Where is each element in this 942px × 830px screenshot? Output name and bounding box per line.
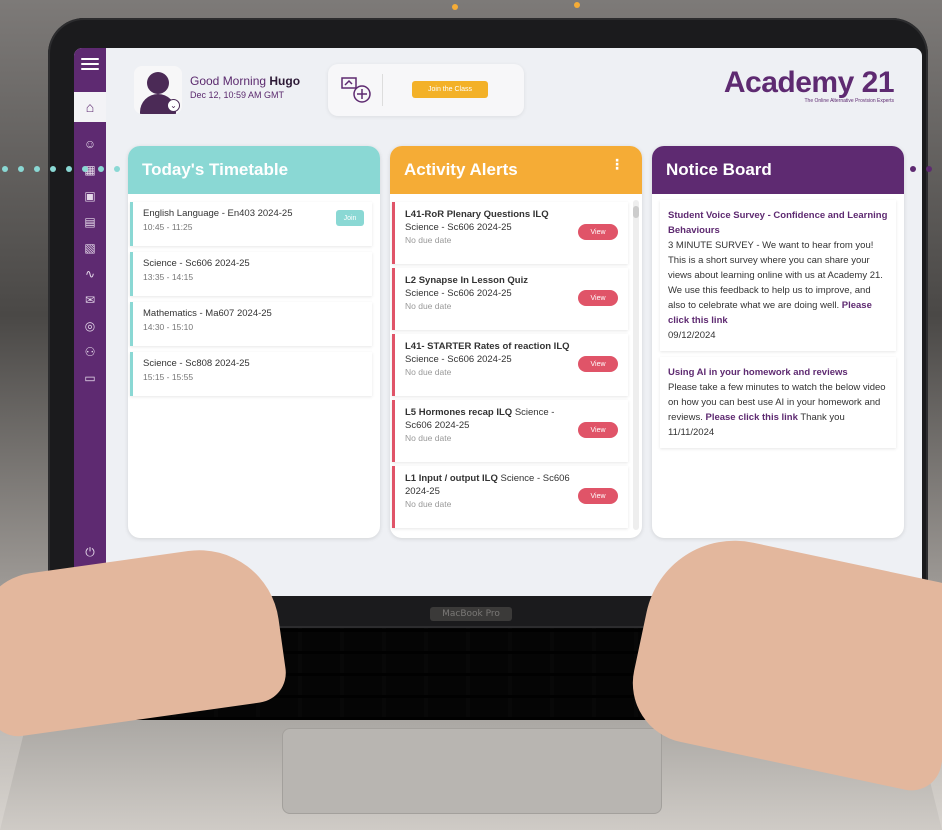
alert-name: L5 Hormones recap ILQ [405, 407, 513, 418]
notice-board-panel: Notice Board Student Voice Survey - Conf… [652, 146, 904, 538]
timetable-panel: Today's Timetable English Language - En4… [128, 146, 380, 538]
chevron-down-icon[interactable]: ⌄ [167, 99, 180, 112]
timetable-item[interactable]: English Language - En403 2024-25 10:45 -… [130, 202, 372, 246]
alert-name: L41-RoR Plenary Questions ILQ [405, 209, 549, 220]
notice-date: 11/11/2024 [668, 427, 715, 438]
calendar-icon[interactable]: ▤ [74, 210, 106, 234]
view-button[interactable]: View [578, 488, 618, 504]
lesson-time: 15:15 - 15:55 [143, 372, 194, 382]
lesson-subject: Science - Sc808 2024-25 [143, 358, 250, 369]
lesson-subject: English Language - En403 2024-25 [143, 208, 293, 219]
join-class-button[interactable]: Join the Class [412, 81, 488, 98]
assignments-icon[interactable]: ▧ [74, 236, 106, 260]
brand-title: Academy 21 [723, 66, 895, 99]
join-class-card: Join the Class [328, 64, 524, 116]
notice-heading: Student Voice Survey - Confidence and Le… [668, 210, 888, 236]
decor-dots-purple [876, 166, 940, 172]
view-button[interactable]: View [578, 422, 618, 438]
alert-course: Science - Sc606 2024-25 [405, 222, 512, 233]
app-screen: ⌂ ☺ ▦ ▣ ▤ ▧ ∿ ✉ ◎ ⚇ ▭ ⏻ ⌄ Good Morning H… [74, 48, 922, 596]
alert-item[interactable]: L1 Input / output ILQ Science - Sc606 20… [392, 466, 628, 528]
lesson-subject: Mathematics - Ma607 2024-25 [143, 308, 272, 319]
laptop-model-label: MacBook Pro [430, 607, 512, 621]
notice-heading: Using AI in your homework and reviews [668, 367, 848, 378]
timetable-item[interactable]: Mathematics - Ma607 2024-25 14:30 - 15:1… [130, 302, 372, 346]
scrollbar[interactable] [633, 200, 639, 530]
activity-alerts-title: Activity Alerts ⋮ [390, 146, 642, 194]
decor-dots-teal [0, 166, 124, 172]
timetable-item[interactable]: Science - Sc606 2024-25 13:35 - 14:15 [130, 252, 372, 296]
avatar-head [147, 72, 169, 94]
view-button[interactable]: View [578, 224, 618, 240]
alert-item[interactable]: L41-RoR Plenary Questions ILQ Science - S… [392, 202, 628, 264]
view-button[interactable]: View [578, 356, 618, 372]
logout-icon[interactable]: ⏻ [74, 540, 106, 564]
timetable-item[interactable]: Science - Sc808 2024-25 15:15 - 15:55 [130, 352, 372, 396]
notice-closing: Thank you [800, 412, 845, 423]
trackpad [282, 728, 662, 814]
alert-course: Science - Sc606 2024-25 [405, 354, 512, 365]
greeting: Good Morning Hugo [190, 74, 300, 88]
join-lesson-button[interactable]: Join [336, 210, 364, 226]
lesson-subject: Science - Sc606 2024-25 [143, 258, 250, 269]
notice-board-title: Notice Board [652, 146, 904, 194]
lesson-time: 13:35 - 14:15 [143, 272, 194, 282]
alert-name: L41- STARTER Rates of reaction ILQ [405, 341, 570, 352]
header: ⌄ Good Morning Hugo Dec 12, 10:59 AM GMT… [106, 48, 922, 138]
alert-course: Science - Sc606 2024-25 [405, 288, 512, 299]
lesson-time: 10:45 - 11:25 [143, 222, 193, 232]
alert-item[interactable]: L41- STARTER Rates of reaction ILQ Scien… [392, 334, 628, 396]
courses-icon[interactable]: ▣ [74, 184, 106, 208]
messages-icon[interactable]: ✉ [74, 288, 106, 312]
alert-name: L1 Input / output ILQ [405, 473, 498, 484]
join-class-icon [340, 74, 374, 106]
progress-icon[interactable]: ∿ [74, 262, 106, 286]
chat-icon[interactable]: ▭ [74, 366, 106, 390]
sidebar: ⌂ ☺ ▦ ▣ ▤ ▧ ∿ ✉ ◎ ⚇ ▭ ⏻ [74, 48, 106, 596]
activity-alerts-panel: Activity Alerts ⋮ L41-RoR Plenary Questi… [390, 146, 642, 538]
menu-icon[interactable] [81, 58, 99, 73]
timetable-title: Today's Timetable [128, 146, 380, 194]
alerts-list[interactable]: L41-RoR Plenary Questions ILQ Science - S… [390, 194, 642, 538]
notice-date: 09/12/2024 [668, 330, 716, 341]
brand-logo: Academy 21 The Online Alternative Provis… [723, 66, 895, 104]
home-icon[interactable]: ⌂ [74, 92, 106, 122]
activity-alerts-heading: Activity Alerts [404, 160, 518, 179]
current-datetime: Dec 12, 10:59 AM GMT [190, 90, 285, 100]
scroll-thumb[interactable] [633, 206, 639, 218]
user-name: Hugo [269, 74, 301, 88]
timetable-list: English Language - En403 2024-25 10:45 -… [128, 194, 380, 396]
support-icon[interactable]: ◎ [74, 314, 106, 338]
greeting-text: Good Morning [190, 74, 267, 88]
notice-link[interactable]: Please click this link [705, 412, 797, 423]
more-options-icon[interactable]: ⋮ [610, 156, 624, 173]
view-button[interactable]: View [578, 290, 618, 306]
notice-item: Student Voice Survey - Confidence and Le… [660, 200, 896, 351]
alert-item[interactable]: L2 Synapse In Lesson Quiz Science - Sc606… [392, 268, 628, 330]
alert-name: L2 Synapse In Lesson Quiz [405, 275, 529, 286]
alert-item[interactable]: L5 Hormones recap ILQ Science - Sc606 20… [392, 400, 628, 462]
notice-item: Using AI in your homework and reviews Pl… [660, 357, 896, 448]
group-icon[interactable]: ⚇ [74, 340, 106, 364]
avatar[interactable]: ⌄ [134, 66, 182, 114]
lesson-time: 14:30 - 15:10 [143, 322, 194, 332]
divider [382, 74, 383, 106]
profile-icon[interactable]: ☺ [74, 132, 106, 156]
